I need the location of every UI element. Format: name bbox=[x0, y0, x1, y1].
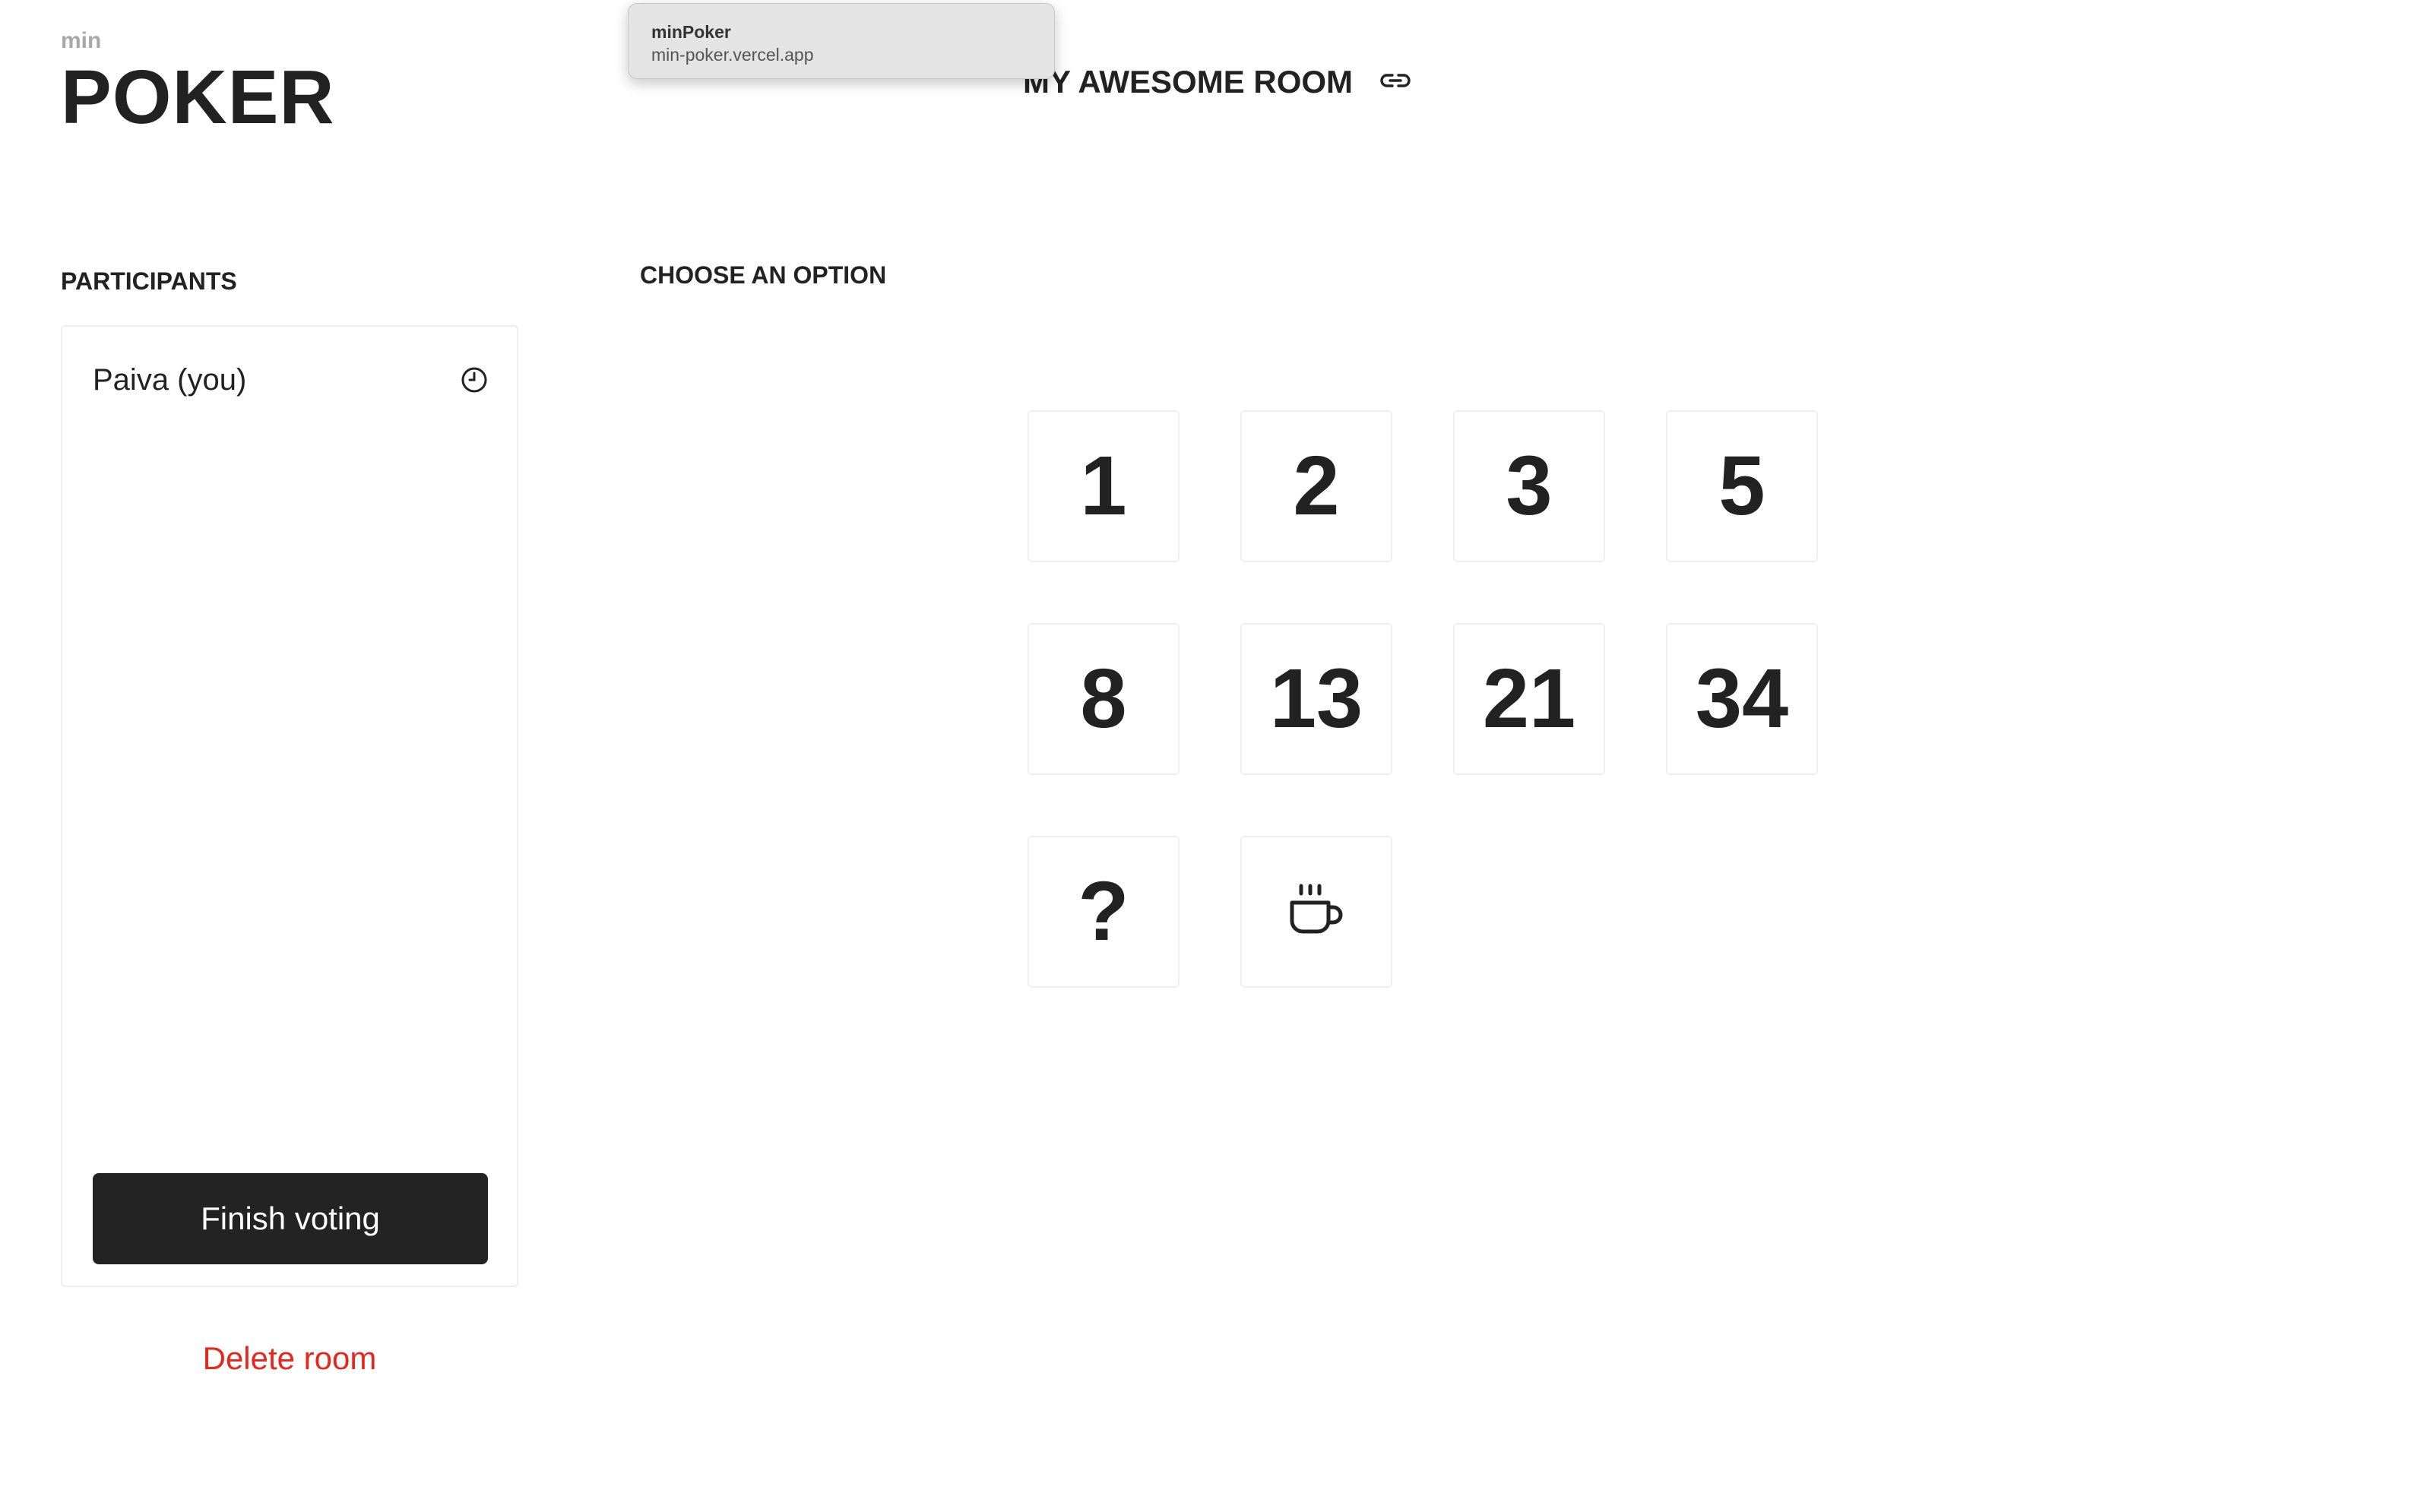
card-value: 2 bbox=[1293, 439, 1340, 533]
card-option-5[interactable]: 5 bbox=[1666, 410, 1818, 562]
finish-voting-button[interactable]: Finish voting bbox=[93, 1173, 488, 1264]
clock-icon bbox=[461, 367, 487, 393]
card-option-34[interactable]: 34 bbox=[1666, 623, 1818, 775]
card-value: 21 bbox=[1482, 652, 1576, 745]
tooltip-title: minPoker bbox=[651, 22, 731, 42]
options-heading: CHOOSE AN OPTION bbox=[640, 261, 887, 289]
card-value: 3 bbox=[1506, 439, 1553, 533]
link-icon[interactable] bbox=[1377, 67, 1414, 94]
participant-item: Paiva (you) bbox=[93, 357, 488, 403]
card-option-1[interactable]: 1 bbox=[1028, 410, 1180, 562]
card-value: 8 bbox=[1080, 652, 1127, 745]
link-tooltip: minPoker min-poker.vercel.app bbox=[628, 3, 1055, 79]
delete-room-link[interactable]: Delete room bbox=[61, 1339, 518, 1378]
card-value: 34 bbox=[1695, 652, 1789, 745]
card-value: 5 bbox=[1718, 439, 1765, 533]
card-options-grid: 1 2 3 5 8 13 21 34 ? bbox=[1028, 410, 1821, 988]
participant-name: Paiva (you) bbox=[93, 363, 247, 397]
card-value: 13 bbox=[1269, 652, 1363, 745]
participants-heading: PARTICIPANTS bbox=[61, 267, 237, 295]
card-option-21[interactable]: 21 bbox=[1453, 623, 1605, 775]
card-option-2[interactable]: 2 bbox=[1240, 410, 1392, 562]
card-option-question[interactable]: ? bbox=[1028, 836, 1180, 988]
card-value: ? bbox=[1078, 865, 1129, 958]
participants-panel: Paiva (you) Finish voting bbox=[61, 325, 518, 1287]
tooltip-url: min-poker.vercel.app bbox=[651, 45, 814, 65]
room-title: MY AWESOME ROOM bbox=[1023, 64, 1354, 100]
coffee-icon bbox=[1290, 884, 1343, 934]
card-option-8[interactable]: 8 bbox=[1028, 623, 1180, 775]
logo-small-text: min bbox=[61, 28, 102, 53]
card-value: 1 bbox=[1080, 439, 1127, 533]
card-option-coffee[interactable] bbox=[1240, 836, 1392, 988]
logo-title[interactable]: POKER bbox=[61, 52, 335, 143]
card-option-13[interactable]: 13 bbox=[1240, 623, 1392, 775]
card-option-3[interactable]: 3 bbox=[1453, 410, 1605, 562]
